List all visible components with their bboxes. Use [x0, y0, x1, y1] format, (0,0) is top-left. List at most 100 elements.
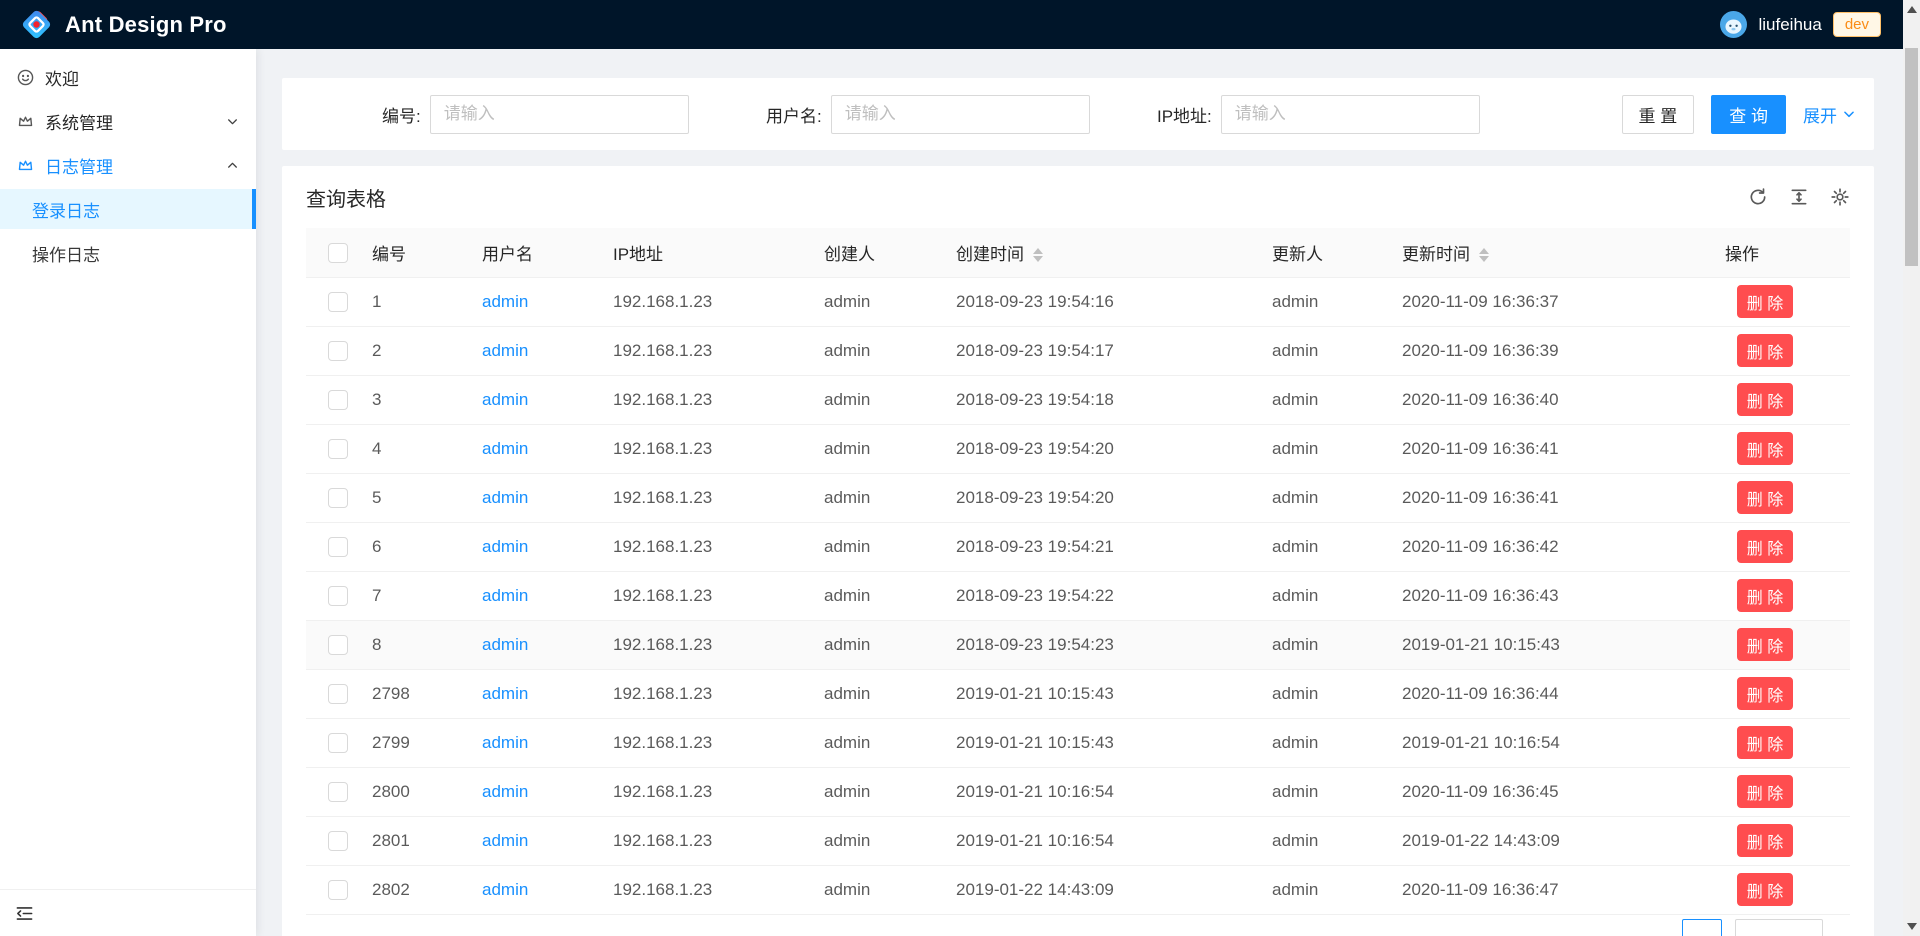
column-header: IP地址	[597, 228, 808, 277]
user-menu[interactable]: liufeihua dev	[1720, 11, 1881, 38]
reload-icon[interactable]	[1748, 187, 1768, 207]
row-checkbox[interactable]	[328, 684, 348, 704]
toolbar-icons	[1748, 187, 1850, 207]
delete-button[interactable]: 删 除	[1737, 334, 1793, 367]
delete-button[interactable]: 删 除	[1737, 628, 1793, 661]
pagination-page-button[interactable]	[1682, 919, 1722, 936]
sidebar-item-log[interactable]: 日志管理	[0, 145, 256, 185]
creator-cell: admin	[808, 718, 940, 767]
username-link[interactable]: admin	[482, 537, 528, 556]
scroll-down-arrow[interactable]	[1903, 918, 1920, 935]
creator-cell: admin	[808, 522, 940, 571]
sidebar-item-login-log[interactable]: 登录日志	[0, 189, 256, 229]
gear-icon[interactable]	[1830, 187, 1850, 207]
sidebar-item-welcome[interactable]: 欢迎	[0, 57, 256, 97]
ip-cell: 192.168.1.23	[597, 326, 808, 375]
username-cell: admin	[466, 767, 597, 816]
row-checkbox[interactable]	[328, 782, 348, 802]
menu-fold-icon[interactable]	[15, 904, 34, 923]
id-input[interactable]	[430, 95, 689, 134]
delete-button[interactable]: 删 除	[1737, 481, 1793, 514]
density-icon[interactable]	[1789, 187, 1809, 207]
username-link[interactable]: admin	[482, 586, 528, 605]
delete-button[interactable]: 删 除	[1737, 530, 1793, 563]
column-header[interactable]: 更新时间	[1386, 228, 1709, 277]
row-checkbox[interactable]	[328, 635, 348, 655]
reset-button[interactable]: 重 置	[1622, 95, 1695, 134]
row-checkbox[interactable]	[328, 733, 348, 753]
username-link[interactable]: admin	[482, 684, 528, 703]
row-checkbox[interactable]	[328, 831, 348, 851]
column-header[interactable]: 创建时间	[940, 228, 1256, 277]
row-checkbox[interactable]	[328, 439, 348, 459]
username-link[interactable]: admin	[482, 292, 528, 311]
updater-cell: admin	[1256, 620, 1386, 669]
username-link[interactable]: admin	[482, 733, 528, 752]
username-link[interactable]: admin	[482, 390, 528, 409]
row-checkbox[interactable]	[328, 341, 348, 361]
scroll-up-arrow[interactable]	[1903, 1, 1920, 18]
filter-field-username: 用户名:	[766, 78, 1090, 150]
username-cell: admin	[466, 424, 597, 473]
scrollbar-thumb[interactable]	[1905, 48, 1918, 266]
delete-button[interactable]: 删 除	[1737, 775, 1793, 808]
sidebar-item-label: 日志管理	[45, 153, 113, 178]
filter-field-id: 编号:	[382, 78, 689, 150]
username-link[interactable]: admin	[482, 439, 528, 458]
username-link[interactable]: admin	[482, 488, 528, 507]
row-select-cell	[306, 473, 356, 522]
action-cell: 删 除	[1709, 865, 1850, 914]
row-checkbox[interactable]	[328, 586, 348, 606]
sidebar-item-system[interactable]: 系统管理	[0, 101, 256, 141]
sorter-icon[interactable]	[1033, 248, 1043, 262]
delete-button[interactable]: 删 除	[1737, 726, 1793, 759]
delete-button[interactable]: 删 除	[1737, 873, 1793, 906]
username-cell: admin	[466, 620, 597, 669]
pagination-size-select[interactable]	[1735, 919, 1823, 936]
sorter-icon[interactable]	[1479, 248, 1489, 262]
delete-button[interactable]: 删 除	[1737, 824, 1793, 857]
user-avatar	[1720, 11, 1747, 38]
table-row: 8admin192.168.1.23admin2018-09-23 19:54:…	[306, 620, 1850, 669]
username-link[interactable]: admin	[482, 782, 528, 801]
creator-cell: admin	[808, 865, 940, 914]
sidebar-item-op-log[interactable]: 操作日志	[0, 233, 256, 273]
row-checkbox[interactable]	[328, 880, 348, 900]
id-cell: 3	[356, 375, 466, 424]
updated-time-cell: 2020-11-09 16:36:39	[1386, 326, 1709, 375]
ip-cell: 192.168.1.23	[597, 522, 808, 571]
username-cell: admin	[466, 571, 597, 620]
username-link[interactable]: admin	[482, 635, 528, 654]
updater-cell: admin	[1256, 571, 1386, 620]
row-checkbox[interactable]	[328, 488, 348, 508]
logo-area[interactable]: Ant Design Pro	[20, 8, 227, 41]
username-label: 用户名:	[766, 102, 822, 127]
column-header-label: IP地址	[613, 245, 663, 264]
username-input[interactable]	[831, 95, 1090, 134]
delete-button[interactable]: 删 除	[1737, 579, 1793, 612]
select-all-checkbox[interactable]	[328, 243, 348, 263]
smile-icon	[17, 69, 34, 86]
action-cell: 删 除	[1709, 277, 1850, 326]
row-select-cell	[306, 277, 356, 326]
username-link[interactable]: admin	[482, 880, 528, 899]
updated-time-cell: 2020-11-09 16:36:41	[1386, 473, 1709, 522]
expand-link[interactable]: 展开	[1803, 102, 1856, 127]
delete-button[interactable]: 删 除	[1737, 383, 1793, 416]
row-select-cell	[306, 718, 356, 767]
creator-cell: admin	[808, 767, 940, 816]
ip-input[interactable]	[1221, 95, 1480, 134]
updated-time-cell: 2019-01-22 14:43:09	[1386, 816, 1709, 865]
row-checkbox[interactable]	[328, 537, 348, 557]
updated-time-cell: 2020-11-09 16:36:41	[1386, 424, 1709, 473]
username-link[interactable]: admin	[482, 831, 528, 850]
column-header-label: 操作	[1725, 245, 1759, 264]
row-checkbox[interactable]	[328, 292, 348, 312]
username-link[interactable]: admin	[482, 341, 528, 360]
delete-button[interactable]: 删 除	[1737, 432, 1793, 465]
delete-button[interactable]: 删 除	[1737, 285, 1793, 318]
delete-button[interactable]: 删 除	[1737, 677, 1793, 710]
row-checkbox[interactable]	[328, 390, 348, 410]
action-cell: 删 除	[1709, 571, 1850, 620]
query-button[interactable]: 查 询	[1711, 95, 1786, 134]
